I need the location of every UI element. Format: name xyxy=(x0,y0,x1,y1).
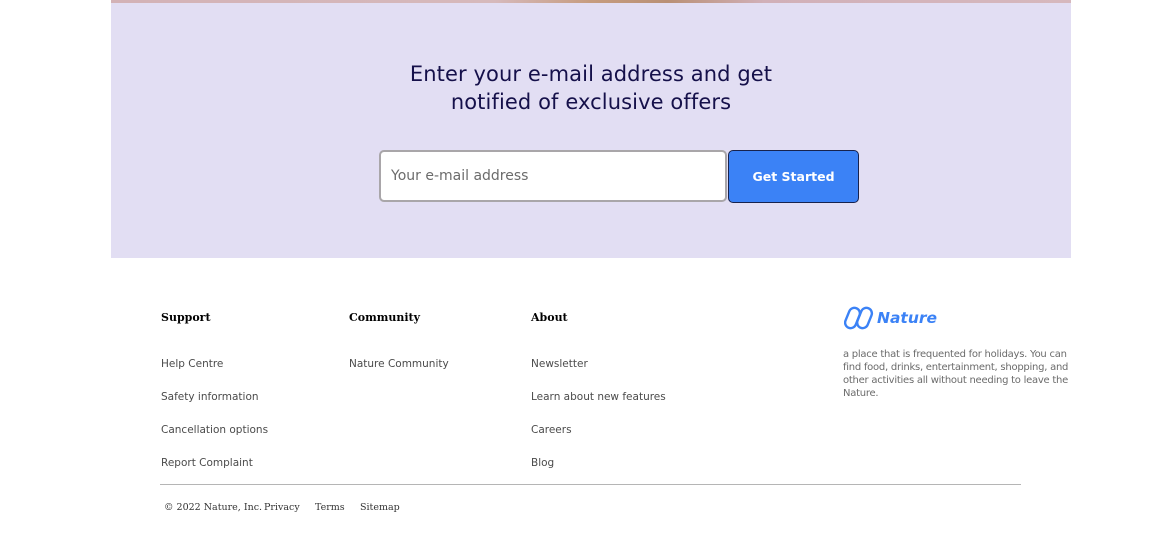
footer-divider xyxy=(160,484,1021,485)
brand-name: Nature xyxy=(877,309,938,327)
newsletter-title-line-2: notified of exclusive offers xyxy=(450,90,732,114)
email-input[interactable] xyxy=(379,150,727,202)
footer-link-blog[interactable]: Blog xyxy=(531,457,554,469)
footer-heading-about: About xyxy=(531,311,568,324)
footer-link-safety-information[interactable]: Safety information xyxy=(161,391,259,403)
footer-heading-community: Community xyxy=(349,311,421,324)
nature-logo-icon xyxy=(844,306,874,330)
newsletter-title: Enter your e-mail address and get notifi… xyxy=(111,60,1071,116)
get-started-button[interactable]: Get Started xyxy=(728,150,859,203)
footer-link-privacy[interactable]: Privacy xyxy=(264,502,300,513)
footer-link-help-centre[interactable]: Help Centre xyxy=(161,358,223,370)
footer-link-cancellation-options[interactable]: Cancellation options xyxy=(161,424,268,436)
copyright-text: © 2022 Nature, Inc. xyxy=(164,502,263,513)
brand-description: a place that is frequented for holidays.… xyxy=(843,349,1069,399)
page: Enter your e-mail address and get notifi… xyxy=(0,0,1171,539)
footer-link-new-features[interactable]: Learn about new features xyxy=(531,391,666,403)
newsletter-section: Enter your e-mail address and get notifi… xyxy=(111,3,1071,258)
brand-logo[interactable]: Nature xyxy=(844,305,937,331)
footer-heading-support: Support xyxy=(161,311,211,324)
newsletter-title-line-1: Enter your e-mail address and get xyxy=(409,62,773,86)
footer-link-terms[interactable]: Terms xyxy=(315,502,345,513)
footer-link-sitemap[interactable]: Sitemap xyxy=(360,502,400,513)
footer-link-careers[interactable]: Careers xyxy=(531,424,572,436)
footer-link-report-complaint[interactable]: Report Complaint xyxy=(161,457,253,469)
footer-link-nature-community[interactable]: Nature Community xyxy=(349,358,449,370)
footer-link-newsletter[interactable]: Newsletter xyxy=(531,358,588,370)
